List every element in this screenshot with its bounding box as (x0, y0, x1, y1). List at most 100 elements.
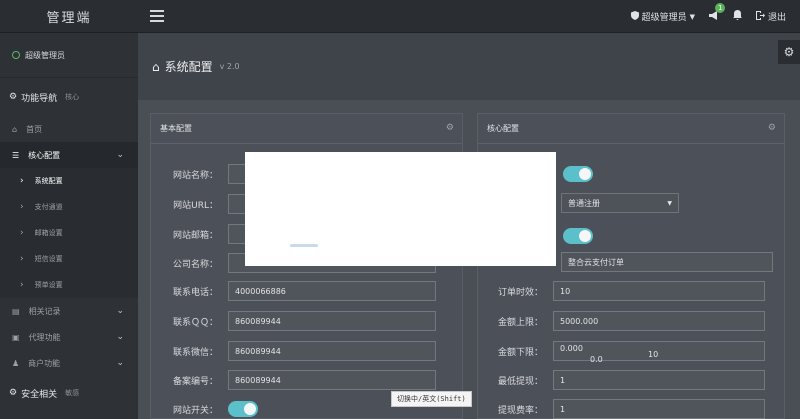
form-row: 订单时效： 10 (477, 281, 765, 301)
sidebar-subitem-system-config[interactable]: › 系统配置 (0, 168, 138, 194)
section-security-subtitle: 敏感 (65, 389, 80, 397)
min-withdraw-input[interactable]: 1 (553, 370, 765, 390)
section-nav-title: 功能导航 (21, 93, 58, 104)
gear-icon: ⚙ (9, 92, 18, 102)
sidebar-subitem-payment-channel[interactable]: › 支付通道 (0, 194, 138, 220)
page-header: ⌂ 系统配置 v 2.0 (138, 33, 800, 100)
panel-header: 核心配置 ⚙ (478, 114, 784, 144)
form-row: 网站开关： (150, 399, 258, 419)
icp-number-input[interactable]: 860089944 (228, 370, 436, 390)
field-label: 金额上限： (497, 317, 543, 328)
form-row: 备案编号： 860089944 (150, 370, 436, 390)
order-name-input[interactable]: 整合云支付订单 (561, 252, 773, 272)
bell-button[interactable] (732, 10, 742, 23)
form-row: 普通注册 (561, 193, 679, 213)
sidebar-subitem-email-settings[interactable]: › 邮箱设置 (0, 220, 138, 246)
field-label: 联系ＱＱ： (172, 317, 218, 328)
chevron-right-icon: › (20, 176, 24, 186)
form-row: 金额上限： 5000.000 (477, 311, 765, 331)
chevron-right-icon: › (20, 254, 24, 264)
lock-icon: ▣ (12, 332, 20, 342)
sidebar-item-label: 代理功能 (28, 332, 61, 342)
home-icon: ⌂ (12, 124, 18, 134)
sidebar-item-label: 首页 (26, 124, 43, 134)
blank-overlay (245, 152, 556, 266)
sidebar-item-core-config[interactable]: ☰ 核心配置 ⌄ (0, 142, 138, 168)
panel-header: 基本配置 ⚙ (151, 114, 462, 144)
chevron-right-icon: › (20, 228, 24, 238)
field-label: 最低提现： (497, 376, 543, 387)
section-nav-subtitle: 核心 (65, 93, 80, 101)
site-switch-toggle[interactable] (228, 401, 258, 417)
logout-icon (755, 10, 765, 23)
form-row: 联系电话： 4000066886 (150, 281, 436, 301)
sidebar-item-label: 相关记录 (28, 306, 61, 316)
user-menu-label: 超级管理员 (641, 13, 687, 23)
top-right-menu: 超级管理员 ▼ 1 退出 (630, 0, 786, 33)
field-label: 网站URL： (173, 200, 218, 211)
page-title: 系统配置 (164, 60, 213, 74)
chevron-right-icon: › (20, 202, 24, 212)
core-toggle-2[interactable] (563, 228, 593, 244)
home-icon: ⌂ (152, 59, 160, 74)
user-menu[interactable]: 超级管理员 ▼ (630, 10, 695, 23)
sidebar-subitem-label: 系统配置 (34, 177, 63, 185)
gear-icon[interactable]: ⚙ (446, 123, 454, 133)
logout-label: 退出 (767, 13, 786, 23)
sidebar-item-agent[interactable]: ▣ 代理功能 ⌄ (0, 324, 138, 350)
sidebar-item-label: 商户功能 (28, 358, 61, 368)
sidebar: 超级管理员 ⚙ 功能导航 核心 ⌂ 首页 ☰ 核心配置 ⌄ › 系统配置 › 支… (0, 33, 138, 419)
field-label: 备案编号： (172, 376, 218, 387)
withdraw-fee-input[interactable]: 1 (553, 399, 765, 419)
logout-button[interactable]: 退出 (755, 10, 786, 23)
wechat-input[interactable]: 860089944 (228, 341, 436, 361)
section-security-title: 安全相关 (21, 389, 58, 400)
sidebar-subitem-label: 支付通道 (34, 203, 63, 211)
register-mode-select[interactable]: 普通注册 (561, 193, 679, 213)
gear-icon[interactable]: ⚙ (768, 123, 776, 133)
phone-input[interactable]: 4000066886 (228, 281, 436, 301)
field-label: 金额下限： (497, 347, 543, 358)
section-security-header: ⚙ 安全相关 敏感 (0, 376, 138, 410)
bell-icon (732, 10, 742, 23)
gear-icon: ⚙ (9, 388, 18, 398)
amount-max-input[interactable]: 5000.000 (553, 311, 765, 331)
form-row (563, 226, 593, 246)
order-timeout-input[interactable]: 10 (553, 281, 765, 301)
notification-badge: 1 (714, 2, 726, 13)
sidebar-item-records[interactable]: ▤ 相关记录 ⌄ (0, 298, 138, 324)
qq-input[interactable]: 860089944 (228, 311, 436, 331)
field-label: 联系电话： (172, 287, 218, 298)
sidebar-subitem-sms-settings[interactable]: › 短信设置 (0, 246, 138, 272)
panel-title: 核心配置 (487, 124, 519, 133)
field-label: 联系微信： (172, 347, 218, 358)
sidebar-item-home[interactable]: ⌂ 首页 (0, 116, 138, 142)
sidebar-subitem-label: 邮箱设置 (34, 229, 63, 237)
sliders-icon: ☰ (12, 150, 20, 160)
current-user-name: 超级管理员 (25, 50, 65, 60)
form-row (563, 164, 593, 184)
form-row: 最低提现： 1 (477, 370, 765, 390)
online-status-icon (12, 51, 20, 59)
form-row: 提现费率： 1 (477, 399, 765, 419)
chevron-down-icon: ⌄ (116, 358, 124, 368)
sidebar-item-label: 核心配置 (28, 150, 61, 160)
caret-down-icon: ▼ (689, 12, 695, 21)
field-label: 公司名称： (172, 259, 218, 270)
chevron-down-icon: ⌄ (116, 306, 124, 316)
core-toggle-1[interactable] (563, 166, 593, 182)
current-user: 超级管理员 (0, 33, 138, 78)
sidebar-subitem-preorder-settings[interactable]: › 预单设置 (0, 272, 138, 298)
sidebar-subitem-label: 预单设置 (34, 281, 63, 289)
panel-title: 基本配置 (160, 124, 192, 133)
sidebar-subitem-label: 短信设置 (34, 255, 63, 263)
field-label: 网站邮箱： (172, 230, 218, 241)
amount-min-input[interactable]: 0.000 (553, 341, 765, 361)
form-row: 联系ＱＱ： 860089944 (150, 311, 436, 331)
menu-toggle-icon[interactable] (150, 9, 164, 23)
notification-button[interactable]: 1 (708, 2, 726, 23)
gear-icon: ⚙ (783, 45, 795, 59)
sidebar-item-merchant[interactable]: ♟ 商户功能 ⌄ (0, 350, 138, 376)
field-label: 网站名称： (172, 170, 218, 181)
settings-gear-button[interactable]: ⚙ (778, 40, 800, 64)
